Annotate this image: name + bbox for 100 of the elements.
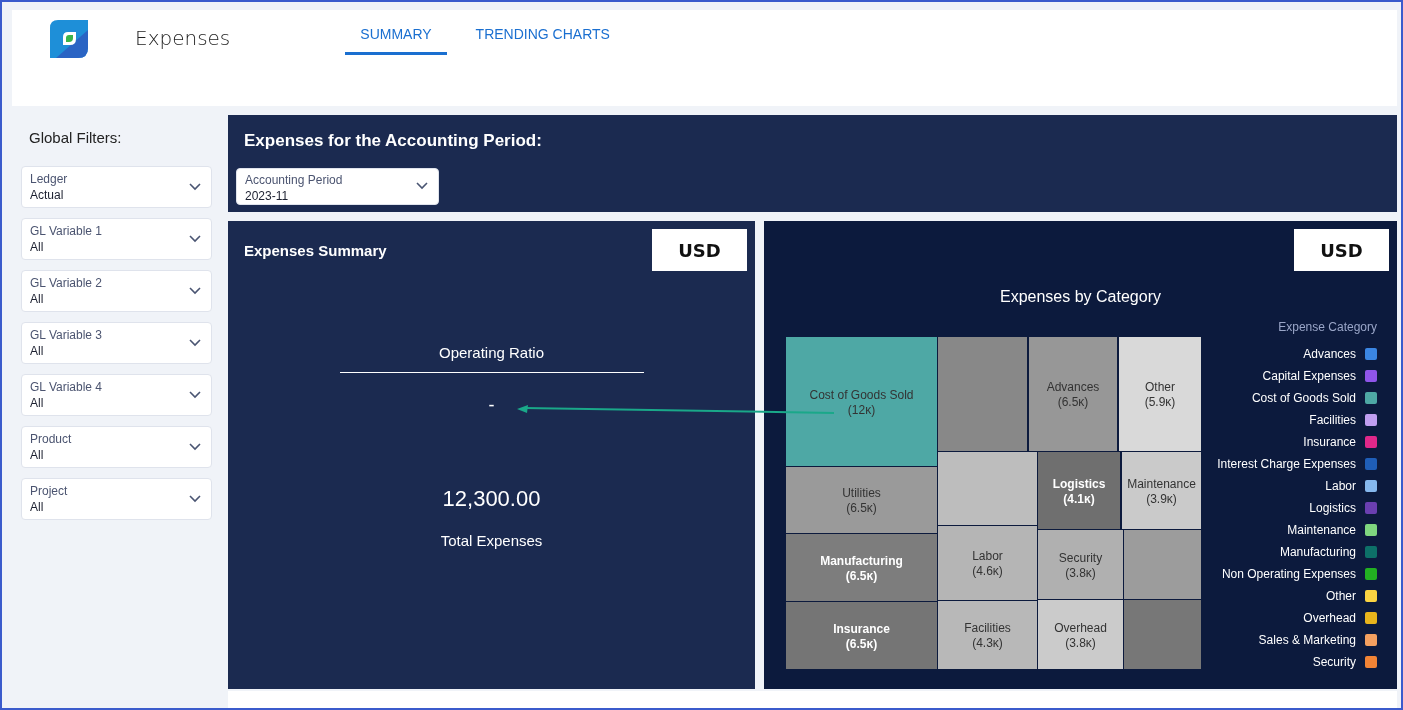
panel-title: Expenses Summary [244, 241, 387, 259]
legend-label: Cost of Goods Sold [1251, 391, 1356, 405]
treemap-tile[interactable] [1119, 337, 1201, 451]
treemap-tile[interactable] [938, 526, 1037, 600]
tile-label: Facilities [964, 621, 1011, 635]
filter-dropdown[interactable]: GL Variable 3 All [21, 322, 212, 364]
chevron-down-icon [416, 182, 428, 190]
filter-dropdown[interactable]: GL Variable 2 All [21, 270, 212, 312]
tile-label: Manufacturing [820, 553, 903, 568]
legend-label: Capital Expenses [1262, 369, 1356, 383]
filter-label: Project [30, 483, 68, 499]
nav-tab[interactable]: SUMMARY [345, 10, 447, 55]
tile-value: (4.6ĸ) [972, 564, 1003, 578]
sidebar-title: Global Filters: [29, 129, 123, 146]
tile-value: (4.3ĸ) [972, 636, 1003, 650]
chevron-down-icon [189, 495, 201, 503]
legend-label: Manufacturing [1279, 545, 1356, 559]
legend-label: Non Operating Expenses [1221, 567, 1356, 581]
filter-label: GL Variable 2 [30, 275, 103, 291]
currency-button[interactable]: USD [1294, 229, 1389, 271]
panel-title: Expenses for the Accounting Period: [244, 131, 543, 151]
filter-value: All [30, 394, 45, 411]
chevron-down-icon [189, 391, 201, 399]
tile-value: (6.5ĸ) [845, 636, 878, 651]
chevron-down-icon [189, 183, 201, 191]
tile-value: (6.5ĸ) [1057, 395, 1089, 409]
filter-value: All [30, 290, 45, 307]
legend-label: Sales & Marketing [1258, 633, 1356, 647]
filter-value: All [30, 238, 45, 255]
treemap-tile[interactable] [1038, 452, 1120, 529]
tile-label: Maintenance [1127, 476, 1196, 491]
treemap-tile[interactable] [786, 534, 937, 601]
ratio-label: Operating Ratio [438, 344, 545, 361]
treemap-tile[interactable] [786, 467, 937, 533]
treemap-tile[interactable] [1029, 337, 1117, 451]
legend-label: Facilities [1309, 413, 1356, 427]
filter-dropdown[interactable]: GL Variable 1 All [21, 218, 212, 260]
treemap-tile[interactable] [786, 602, 937, 669]
filter-label: GL Variable 4 [30, 379, 103, 395]
chevron-down-icon [189, 443, 201, 451]
tile-label: Overhead [1054, 620, 1107, 635]
filter-label: Product [30, 431, 72, 447]
tile-label: Other [1145, 380, 1175, 394]
legend-label: Overhead [1303, 611, 1356, 625]
tile-label: Security [1058, 550, 1103, 565]
tile-value: (3.9ĸ) [1146, 491, 1177, 506]
dropdown-value: 2023-11 [245, 188, 290, 204]
tile-value: (5.9ĸ) [1144, 395, 1176, 409]
nav-tab[interactable]: TRENDING CHARTS [460, 10, 625, 55]
filter-label: GL Variable 1 [30, 223, 103, 239]
treemap-tile[interactable] [938, 601, 1037, 669]
legend-label: Advances [1303, 347, 1356, 361]
treemap-tile[interactable] [1124, 600, 1201, 669]
treemap-tile[interactable] [938, 452, 1037, 525]
filter-dropdown[interactable]: Product All [21, 426, 212, 468]
chevron-down-icon [189, 339, 201, 347]
filter-dropdown[interactable]: Project All [21, 478, 212, 520]
ratio-value: - [488, 395, 495, 416]
legend-label: Insurance [1303, 435, 1356, 449]
tile-value: (3.8ĸ) [1065, 635, 1096, 650]
legend-label: Security [1312, 655, 1356, 669]
treemap-tile[interactable] [938, 337, 1027, 451]
legend-label: Interest Charge Expenses [1217, 457, 1356, 471]
treemap-tile[interactable] [1038, 530, 1123, 599]
total-value: 12,300.00 [442, 486, 541, 512]
period-dropdown[interactable]: Accounting Period 2023-11 [236, 168, 439, 205]
tile-label: Insurance [833, 621, 890, 636]
filter-label: GL Variable 3 [30, 327, 103, 343]
filter-label: Ledger [30, 171, 68, 187]
dropdown-label: Accounting Period [245, 173, 343, 188]
tile-value: (3.8ĸ) [1065, 565, 1096, 580]
legend-label: Other [1326, 589, 1356, 603]
treemap-tile[interactable] [1124, 530, 1201, 599]
legend-label: Labor [1325, 479, 1356, 493]
tile-label: Logistics [1052, 476, 1106, 491]
legend-label: Maintenance [1287, 523, 1356, 537]
filter-value: Actual [30, 186, 65, 203]
treemap-tile[interactable] [1038, 600, 1123, 669]
filter-dropdown[interactable]: GL Variable 4 All [21, 374, 212, 416]
tile-value: (6.5ĸ) [845, 568, 878, 583]
app-logo-icon [50, 20, 88, 58]
tile-value: (6.5ĸ) [846, 501, 877, 515]
tile-label: Advances [1046, 380, 1100, 394]
tile-label: Cost of Goods Sold [809, 387, 914, 402]
tile-value: (4.1ĸ) [1063, 491, 1095, 506]
tile-value: (12ĸ) [847, 402, 876, 417]
chevron-down-icon [189, 235, 201, 243]
tile-label: Utilities [842, 486, 881, 500]
total-label: Total Expenses [440, 532, 543, 549]
chart-title: Expenses by Category [999, 288, 1162, 306]
currency-button[interactable]: USD [652, 229, 747, 271]
filter-value: All [30, 342, 45, 359]
treemap-tile[interactable] [1122, 452, 1201, 529]
legend-title: Expense Category [1278, 320, 1377, 334]
app-title: Expenses [135, 26, 231, 50]
filter-dropdown[interactable]: Ledger Actual [21, 166, 212, 208]
filter-value: All [30, 498, 45, 515]
treemap-tile[interactable] [786, 337, 937, 466]
tile-label: Labor [972, 549, 1003, 563]
legend-label: Logistics [1309, 501, 1356, 515]
